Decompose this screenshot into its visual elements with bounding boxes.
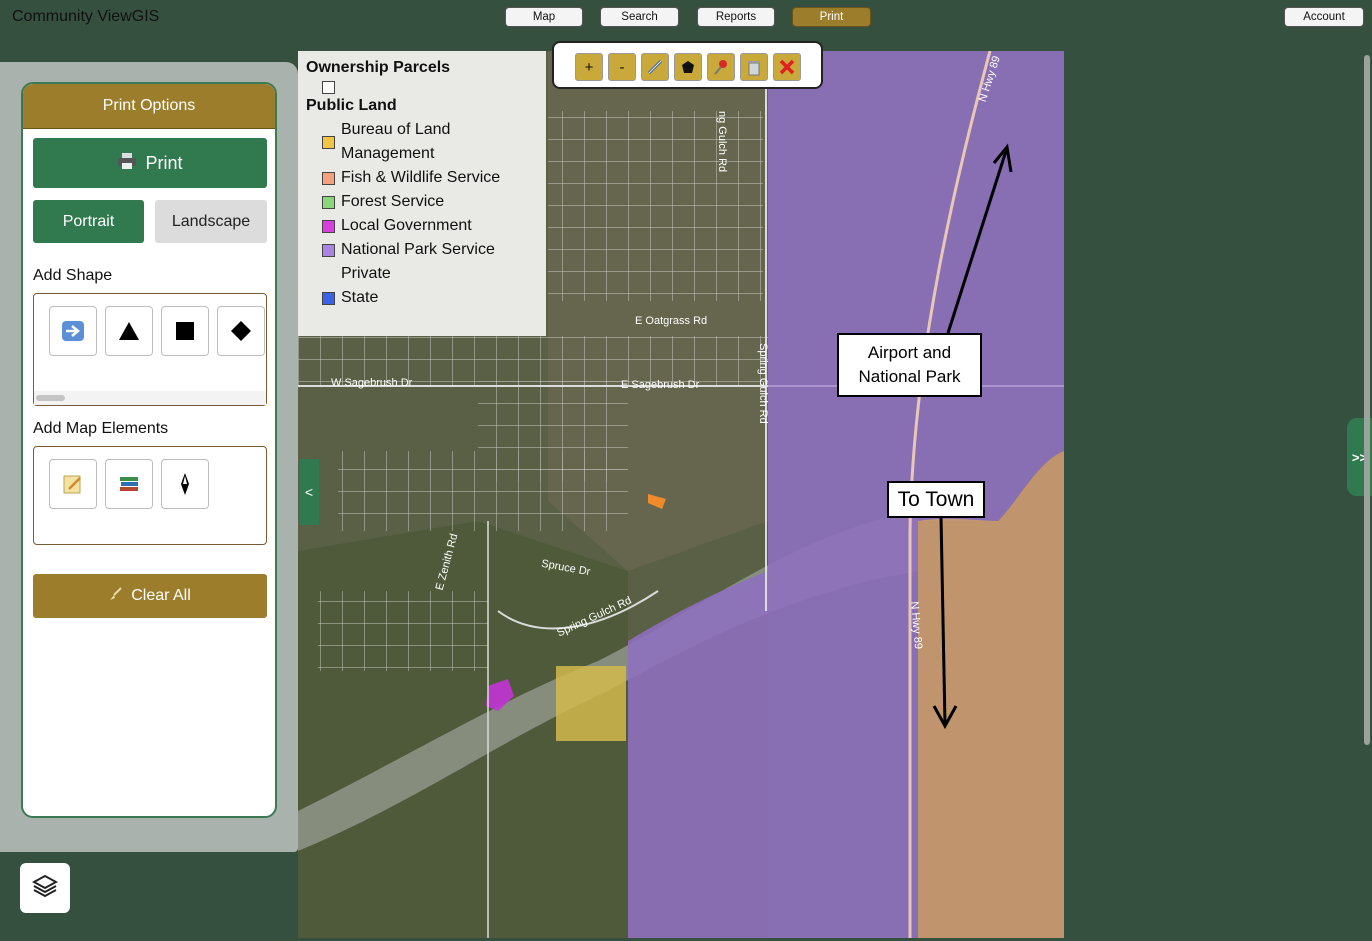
- add-map-elements-label: Add Map Elements: [33, 420, 169, 437]
- map-toolbar: + -: [552, 41, 823, 89]
- legend-label-fws: Fish & Wildlife Service: [341, 169, 501, 186]
- map-elements-palette: [33, 446, 267, 545]
- layers-icon: [31, 874, 59, 903]
- legend-label-forest: Forest Service: [341, 193, 445, 210]
- print-options-card: Print Options Print Portrait Landscape A…: [21, 82, 277, 818]
- app-title: Community ViewGIS: [12, 8, 160, 25]
- measure-icon[interactable]: [641, 53, 669, 81]
- road-label-sagebrush-e: E Sagebrush Dr: [621, 379, 700, 391]
- arrow-icon[interactable]: [49, 306, 97, 356]
- collapse-panel-button[interactable]: <: [299, 459, 319, 525]
- legend-label-blm-2: Management: [341, 145, 435, 162]
- square-icon[interactable]: [161, 306, 209, 356]
- clear-all-button[interactable]: Clear All: [33, 574, 267, 618]
- add-shape-label: Add Shape: [33, 267, 113, 284]
- legend-label-nps: National Park Service: [341, 241, 495, 258]
- shape-scrollbar[interactable]: [34, 391, 266, 405]
- airport-annotation[interactable]: Airport and National Park: [837, 333, 982, 397]
- printer-icon: [117, 152, 137, 175]
- trash-icon[interactable]: [740, 53, 768, 81]
- legend-parcel-swatch: [322, 81, 335, 94]
- account-button[interactable]: Account: [1284, 7, 1364, 27]
- legend-label-private: Private: [341, 265, 391, 282]
- airport-annotation-line2: National Park: [858, 367, 961, 386]
- clear-all-label: Clear All: [131, 587, 191, 604]
- nav-map-button[interactable]: Map: [505, 7, 583, 27]
- legend-swatch-local: [322, 220, 335, 233]
- triangle-icon[interactable]: [105, 306, 153, 356]
- map-legend: Ownership Parcels Public Land Bureau of …: [298, 51, 546, 336]
- legend-swatch-forest: [322, 196, 335, 209]
- legend-swatch-state: [322, 292, 335, 305]
- legend-label-state: State: [341, 289, 379, 306]
- landscape-button[interactable]: Landscape: [155, 200, 267, 243]
- close-icon[interactable]: [773, 53, 801, 81]
- legend-label-local: Local Government: [341, 217, 472, 234]
- legend-books-icon[interactable]: [105, 459, 153, 509]
- broom-icon: [109, 586, 123, 606]
- pin-icon[interactable]: [707, 53, 735, 81]
- print-options-header: Print Options: [23, 84, 275, 129]
- road-label-oatgrass: E Oatgrass Rd: [635, 315, 708, 327]
- north-arrow-icon[interactable]: [161, 459, 209, 509]
- legend-swatch-blm: [322, 136, 335, 149]
- shape-scroll-thumb[interactable]: [36, 395, 65, 401]
- zoom-in-button[interactable]: +: [575, 53, 603, 81]
- print-button-label: Print: [145, 152, 183, 173]
- zoom-out-button[interactable]: -: [608, 53, 636, 81]
- page-scrollbar[interactable]: [1364, 55, 1370, 745]
- legend-swatch-fws: [322, 172, 335, 185]
- nav-print-button[interactable]: Print: [792, 7, 871, 27]
- legend-public-title: Public Land: [306, 97, 397, 114]
- layers-button[interactable]: [20, 863, 70, 913]
- polygon-icon[interactable]: [674, 53, 702, 81]
- road-label-sagebrush-w: W Sagebrush Dr: [331, 377, 413, 389]
- nav-reports-button[interactable]: Reports: [697, 7, 775, 27]
- to-town-annotation[interactable]: To Town: [887, 481, 985, 518]
- text-note-icon[interactable]: [49, 459, 97, 509]
- portrait-button[interactable]: Portrait: [33, 200, 144, 243]
- print-button[interactable]: Print: [33, 138, 267, 188]
- road-label-gulch-mid: Spring Gulch Rd: [757, 343, 769, 424]
- legend-label-blm: Bureau of Land: [341, 121, 451, 138]
- shape-palette: [33, 293, 267, 406]
- legend-ownership-title: Ownership Parcels: [306, 59, 451, 76]
- airport-annotation-line1: Airport and: [867, 343, 952, 362]
- nav-search-button[interactable]: Search: [600, 7, 679, 27]
- diamond-icon[interactable]: [217, 306, 265, 356]
- road-label-gulch-top: ng Gulch Rd: [716, 111, 728, 173]
- legend-swatch-nps: [322, 244, 335, 257]
